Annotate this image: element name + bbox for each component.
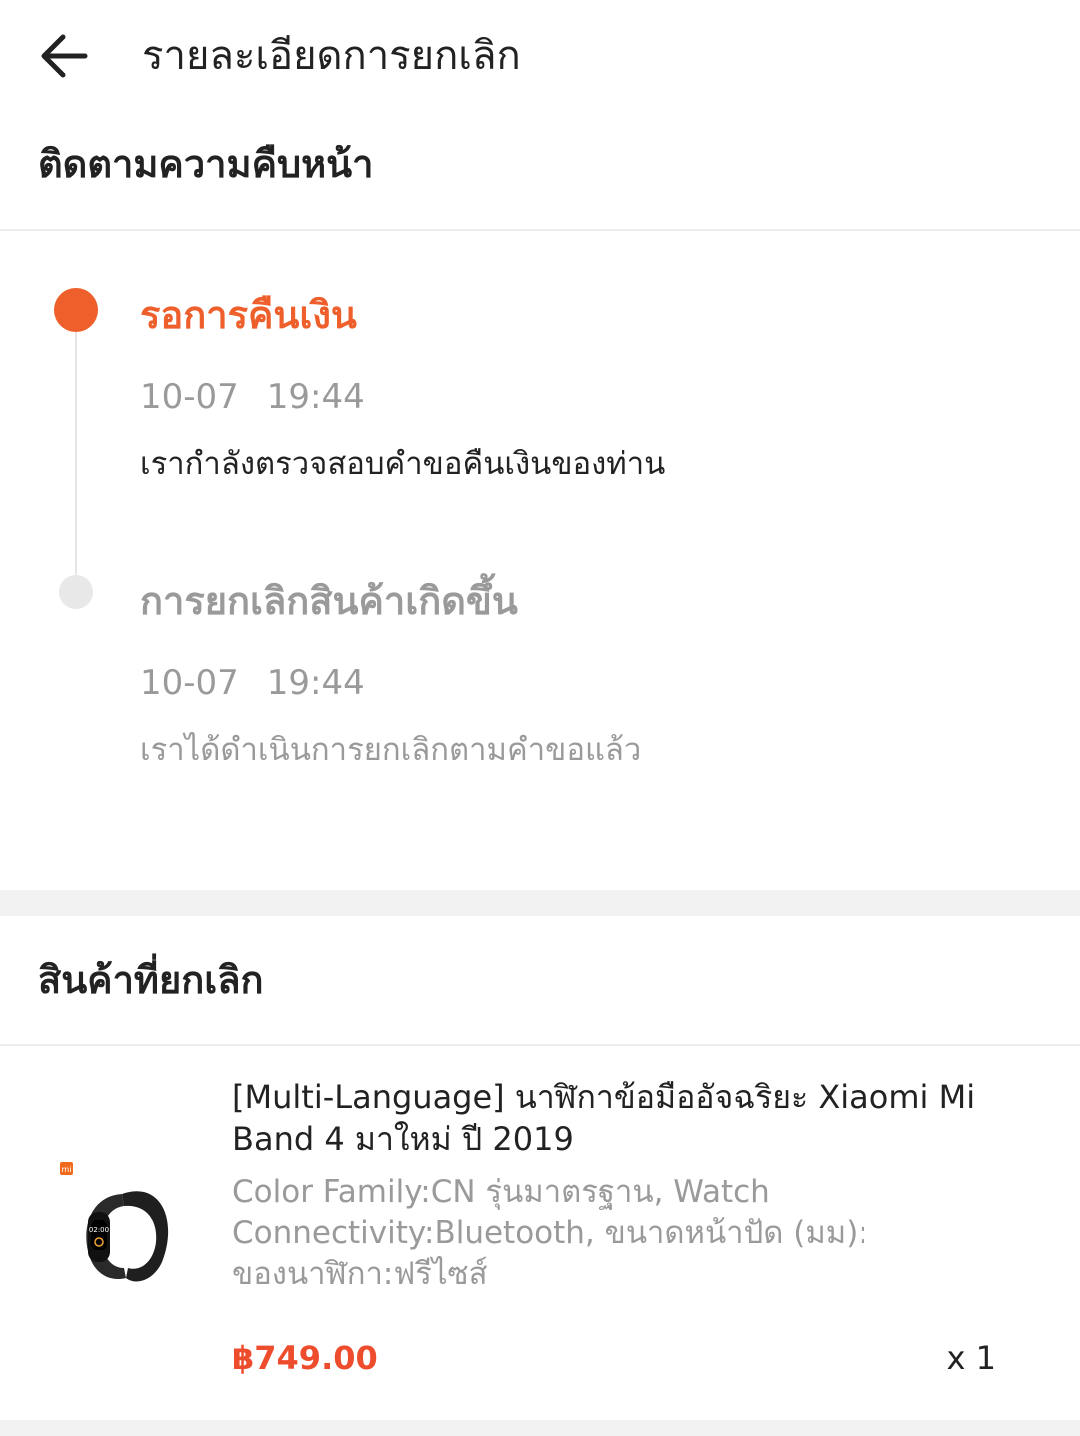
product-image[interactable]: mi 02:00 xyxy=(50,1150,190,1300)
progress-section-title: ติดตามความคืบหน้า xyxy=(38,142,374,186)
timeline-line xyxy=(75,325,77,590)
variant-line: ของนาฬิกา:ฟรีไซส์ xyxy=(232,1256,488,1292)
cancelled-items-title: สินค้าที่ยกเลิก xyxy=(38,958,264,1002)
product-price: ฿749.00 xyxy=(232,1339,378,1377)
mi-logo: mi xyxy=(61,1165,71,1174)
step-title-cancellation: การยกเลิกสินค้าเกิดขึ้น xyxy=(140,579,518,623)
svg-text:02:00: 02:00 xyxy=(89,1226,109,1234)
variant-line: Color Family:CN รุ่นมาตรฐาน, Watch xyxy=(232,1174,770,1210)
step-date: 10-07 xyxy=(140,663,239,703)
step-time: 19:44 xyxy=(266,663,365,703)
divider xyxy=(0,229,1080,231)
step-timestamp: 10-07 19:44 xyxy=(140,659,365,707)
product-quantity: x 1 xyxy=(946,1339,996,1377)
bottom-separator xyxy=(0,1420,1080,1436)
app-header: รายละเอียดการยกเลิก xyxy=(0,0,1080,115)
smart-band-icon: mi 02:00 xyxy=(60,1162,169,1282)
variant-line: Connectivity:Bluetooth, ขนาดหน้าปัด (มม)… xyxy=(232,1215,864,1251)
timeline-dot-active xyxy=(54,288,98,332)
back-button[interactable] xyxy=(32,24,96,88)
product-variant: Color Family:CN รุ่นมาตรฐาน, Watch Conne… xyxy=(232,1172,864,1298)
step-title-refund-pending: รอการคืนเงิน xyxy=(140,293,357,337)
step-date: 10-07 xyxy=(140,377,239,417)
product-name[interactable]: [Multi-Language] นาฬิกาข้อมืออัจฉริยะ Xi… xyxy=(232,1076,992,1160)
timeline-dot-inactive xyxy=(59,575,93,609)
arrow-left-icon xyxy=(41,34,88,78)
page-title: รายละเอียดการยกเลิก xyxy=(142,33,521,79)
section-separator xyxy=(0,890,1080,916)
step-description: เราได้ดำเนินการยกเลิกตามคำขอแล้ว xyxy=(140,732,642,768)
step-timestamp: 10-07 19:44 xyxy=(140,373,365,421)
step-description: เรากำลังตรวจสอบคำขอคืนเงินของท่าน xyxy=(140,446,666,482)
step-time: 19:44 xyxy=(266,377,365,417)
divider xyxy=(0,1044,1080,1046)
